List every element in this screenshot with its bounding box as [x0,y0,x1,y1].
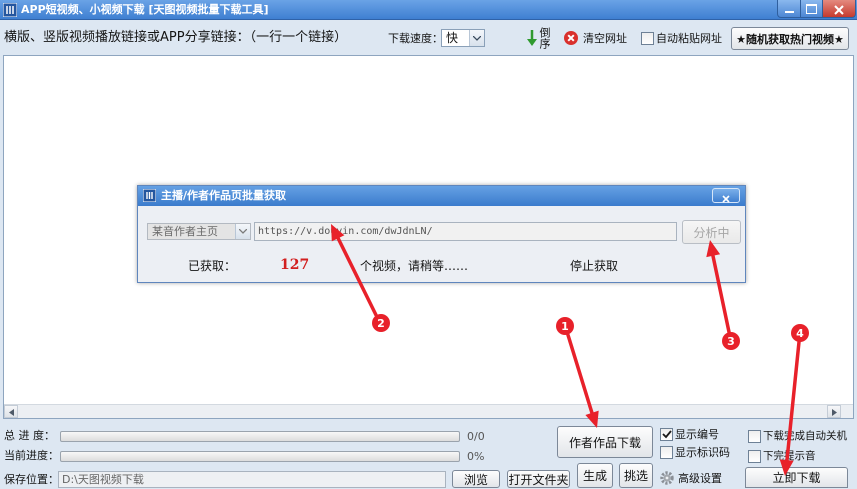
clear-urls-button[interactable]: 清空网址 [563,29,627,47]
show-number-checkbox[interactable] [660,428,673,441]
auto-shutdown-checkbox[interactable] [748,430,761,443]
completion-sound-checkbox[interactable] [748,450,761,463]
download-speed-select[interactable]: 快 [441,29,485,47]
app-icon [2,2,18,18]
maximize-button[interactable] [800,0,823,18]
dialog-app-icon [142,188,157,203]
generate-button[interactable]: 生成 [577,463,613,488]
minimize-button[interactable] [777,0,801,18]
download-speed-label: 下载速度： [388,32,443,45]
check-icon [661,428,672,442]
current-progress-label: 当前进度： [4,449,59,462]
total-progress-bar [60,431,460,442]
stop-fetch-link[interactable]: 停止获取 [570,259,618,273]
save-path-value: D:\天图视频下载 [62,473,144,486]
maximize-icon [806,3,817,14]
clear-urls-label: 清空网址 [583,32,627,45]
auto-paste-label[interactable]: 自动粘贴网址 [656,32,722,45]
window-title: APP短视频、小视频下载 [天图视频批量下载工具] [21,3,269,16]
source-type-value: 某音作者主页 [152,225,218,238]
completion-sound-label[interactable]: 下完提示音 [763,450,816,463]
open-folder-button[interactable]: 打开文件夹 [507,470,570,488]
pick-button[interactable]: 挑选 [619,463,653,488]
auto-paste-checkbox[interactable] [641,32,654,45]
advanced-settings-label: 高级设置 [678,472,722,485]
total-progress-label: 总 进 度： [4,429,55,442]
advanced-settings-button[interactable]: 高级设置 [658,469,726,488]
auto-shutdown-label[interactable]: 下载完成自动关机 [763,430,847,443]
chevron-down-icon[interactable] [469,30,484,46]
source-type-select[interactable]: 某音作者主页 [147,223,251,240]
dialog-title-bar: 主播/作者作品页批量获取 [138,186,745,206]
browse-button[interactable]: 浏览 [452,470,500,488]
green-down-arrow-icon [527,30,537,47]
chevron-down-icon[interactable] [235,224,250,239]
scroll-left-button[interactable] [4,405,18,418]
fetched-count: 127 [280,257,310,273]
close-icon [834,4,844,15]
author-url-value: https://v.douyin.com/dwJdnLN/ [258,226,433,237]
red-clear-icon [564,31,578,45]
dialog-close-button[interactable] [712,188,740,203]
reverse-order-button[interactable]: 倒序 [526,27,552,51]
analyze-button[interactable]: 分析中 [682,220,741,244]
current-progress-text: 0% [467,450,485,463]
random-hot-videos-button[interactable]: ★随机获取热门视频★ [731,27,849,50]
show-id-label[interactable]: 显示标识码 [675,446,730,459]
save-path-input[interactable]: D:\天图视频下载 [58,471,446,488]
reverse-order-label: 倒序 [538,27,551,49]
scroll-right-icon [831,405,837,419]
horizontal-scrollbar[interactable] [4,404,853,418]
current-progress-bar [60,451,460,462]
download-now-button[interactable]: 立即下载 [745,467,848,488]
fetch-status-text: 个视频，请稍等…… [360,259,469,273]
save-location-label: 保存位置： [4,473,59,486]
total-progress-text: 0/0 [467,430,485,443]
close-button[interactable] [822,0,856,18]
author-works-download-button[interactable]: 作者作品下载 [557,426,653,458]
scroll-right-button[interactable] [827,405,841,418]
scroll-left-icon [8,405,14,419]
title-bar: APP短视频、小视频下载 [天图视频批量下载工具] [0,0,857,20]
author-url-input[interactable]: https://v.douyin.com/dwJdnLN/ [254,222,677,241]
download-speed-value: 快 [446,31,459,45]
gear-icon [659,470,675,486]
show-id-checkbox[interactable] [660,446,673,459]
show-number-label[interactable]: 显示编号 [675,428,719,441]
link-input-label: 横版、竖版视频播放链接或APP分享链接：（一行一个链接） [4,30,348,45]
batch-fetch-dialog: 主播/作者作品页批量获取 某音作者主页 https://v.douyin.com… [137,185,746,283]
minimize-icon [784,10,794,13]
fetched-label: 已获取： [188,259,237,273]
dialog-title: 主播/作者作品页批量获取 [161,189,287,202]
close-icon [722,192,730,203]
